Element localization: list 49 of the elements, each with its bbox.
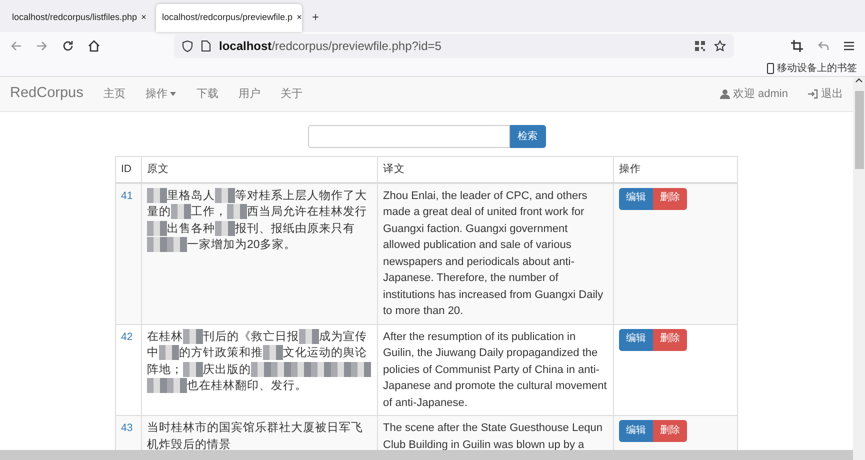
user-link[interactable]: 欢迎 admin: [710, 86, 798, 102]
crop-icon[interactable]: [791, 40, 803, 52]
nav-link[interactable]: 关于: [270, 86, 312, 102]
new-tab-button[interactable]: +: [312, 8, 320, 26]
menu-icon[interactable]: [843, 40, 855, 52]
nav-link[interactable]: 用户: [228, 86, 270, 102]
delete-button[interactable]: 删除: [653, 188, 687, 210]
horizontal-scrollbar[interactable]: [0, 450, 853, 460]
logout-icon: [808, 89, 818, 99]
search-field[interactable]: [308, 125, 510, 148]
search-button[interactable]: 检索: [510, 125, 546, 148]
id-link[interactable]: 41: [121, 190, 133, 202]
id-link[interactable]: 42: [121, 330, 133, 342]
back-icon[interactable]: [10, 40, 22, 52]
address-bar[interactable]: localhost/redcorpus/previewfile.php?id=5: [174, 34, 734, 58]
brand-link[interactable]: RedCorpus: [10, 83, 84, 105]
vertical-scrollbar[interactable]: [853, 77, 865, 460]
id-link[interactable]: 43: [121, 422, 133, 434]
browser-tab[interactable]: localhost/redcorpus/previewfile.p ×: [156, 4, 302, 32]
column-header: ID: [116, 156, 142, 182]
phone-icon: [767, 62, 774, 74]
url-text: localhost/redcorpus/previewfile.php?id=5: [219, 38, 442, 55]
scroll-up-icon[interactable]: [855, 77, 863, 83]
home-icon[interactable]: [88, 40, 100, 52]
edit-button[interactable]: 编辑: [619, 328, 653, 350]
close-icon[interactable]: ×: [296, 11, 302, 25]
qr-code-icon[interactable]: [694, 40, 706, 52]
bookmarks-label[interactable]: 移动设备上的书签: [777, 60, 857, 76]
edit-button[interactable]: 编辑: [619, 420, 653, 442]
forward-icon[interactable]: [36, 40, 48, 52]
table-cell: 在桂林 刊后的《救亡日报 成为宣传中 的方针政策和推 文化运动的舆论阵地； 庆出版的 也在桂林翻印、发行。: [142, 324, 378, 416]
nav-link[interactable]: 操作: [135, 86, 186, 102]
user-icon: [720, 89, 730, 99]
logout-link[interactable]: 退出: [798, 86, 843, 102]
table-cell: 里格岛人 等对桂系上层人物作了大量的 工作， 西当局允许在桂林发行 出售各种 报刊、报纸由原来只有 一家增加为20多家。: [142, 182, 378, 324]
table-cell: Zhou Enlai, the leader of CPC, and others made a great deal of united front work for Guangxi faction. Guangxi government allowed publication and sale of various newspapers and periodicals about anti-Japanese. Therefore, the number of institutions has increased from Guangxi Daily to more than 20.: [378, 182, 614, 324]
page-icon: [201, 40, 211, 52]
scrollbar-thumb[interactable]: [854, 91, 864, 169]
undo-icon[interactable]: [817, 40, 829, 52]
reload-icon[interactable]: [62, 40, 74, 52]
delete-button[interactable]: 删除: [653, 328, 687, 350]
star-icon[interactable]: [714, 40, 726, 52]
close-icon[interactable]: ×: [141, 11, 146, 25]
shield-icon: [182, 40, 193, 52]
browser-tab[interactable]: localhost/redcorpus/listfiles.php ×: [6, 4, 152, 32]
delete-button[interactable]: 删除: [653, 420, 687, 442]
nav-link[interactable]: 下载: [186, 86, 228, 102]
edit-button[interactable]: 编辑: [619, 188, 653, 210]
nav-link[interactable]: 主页: [93, 86, 136, 102]
